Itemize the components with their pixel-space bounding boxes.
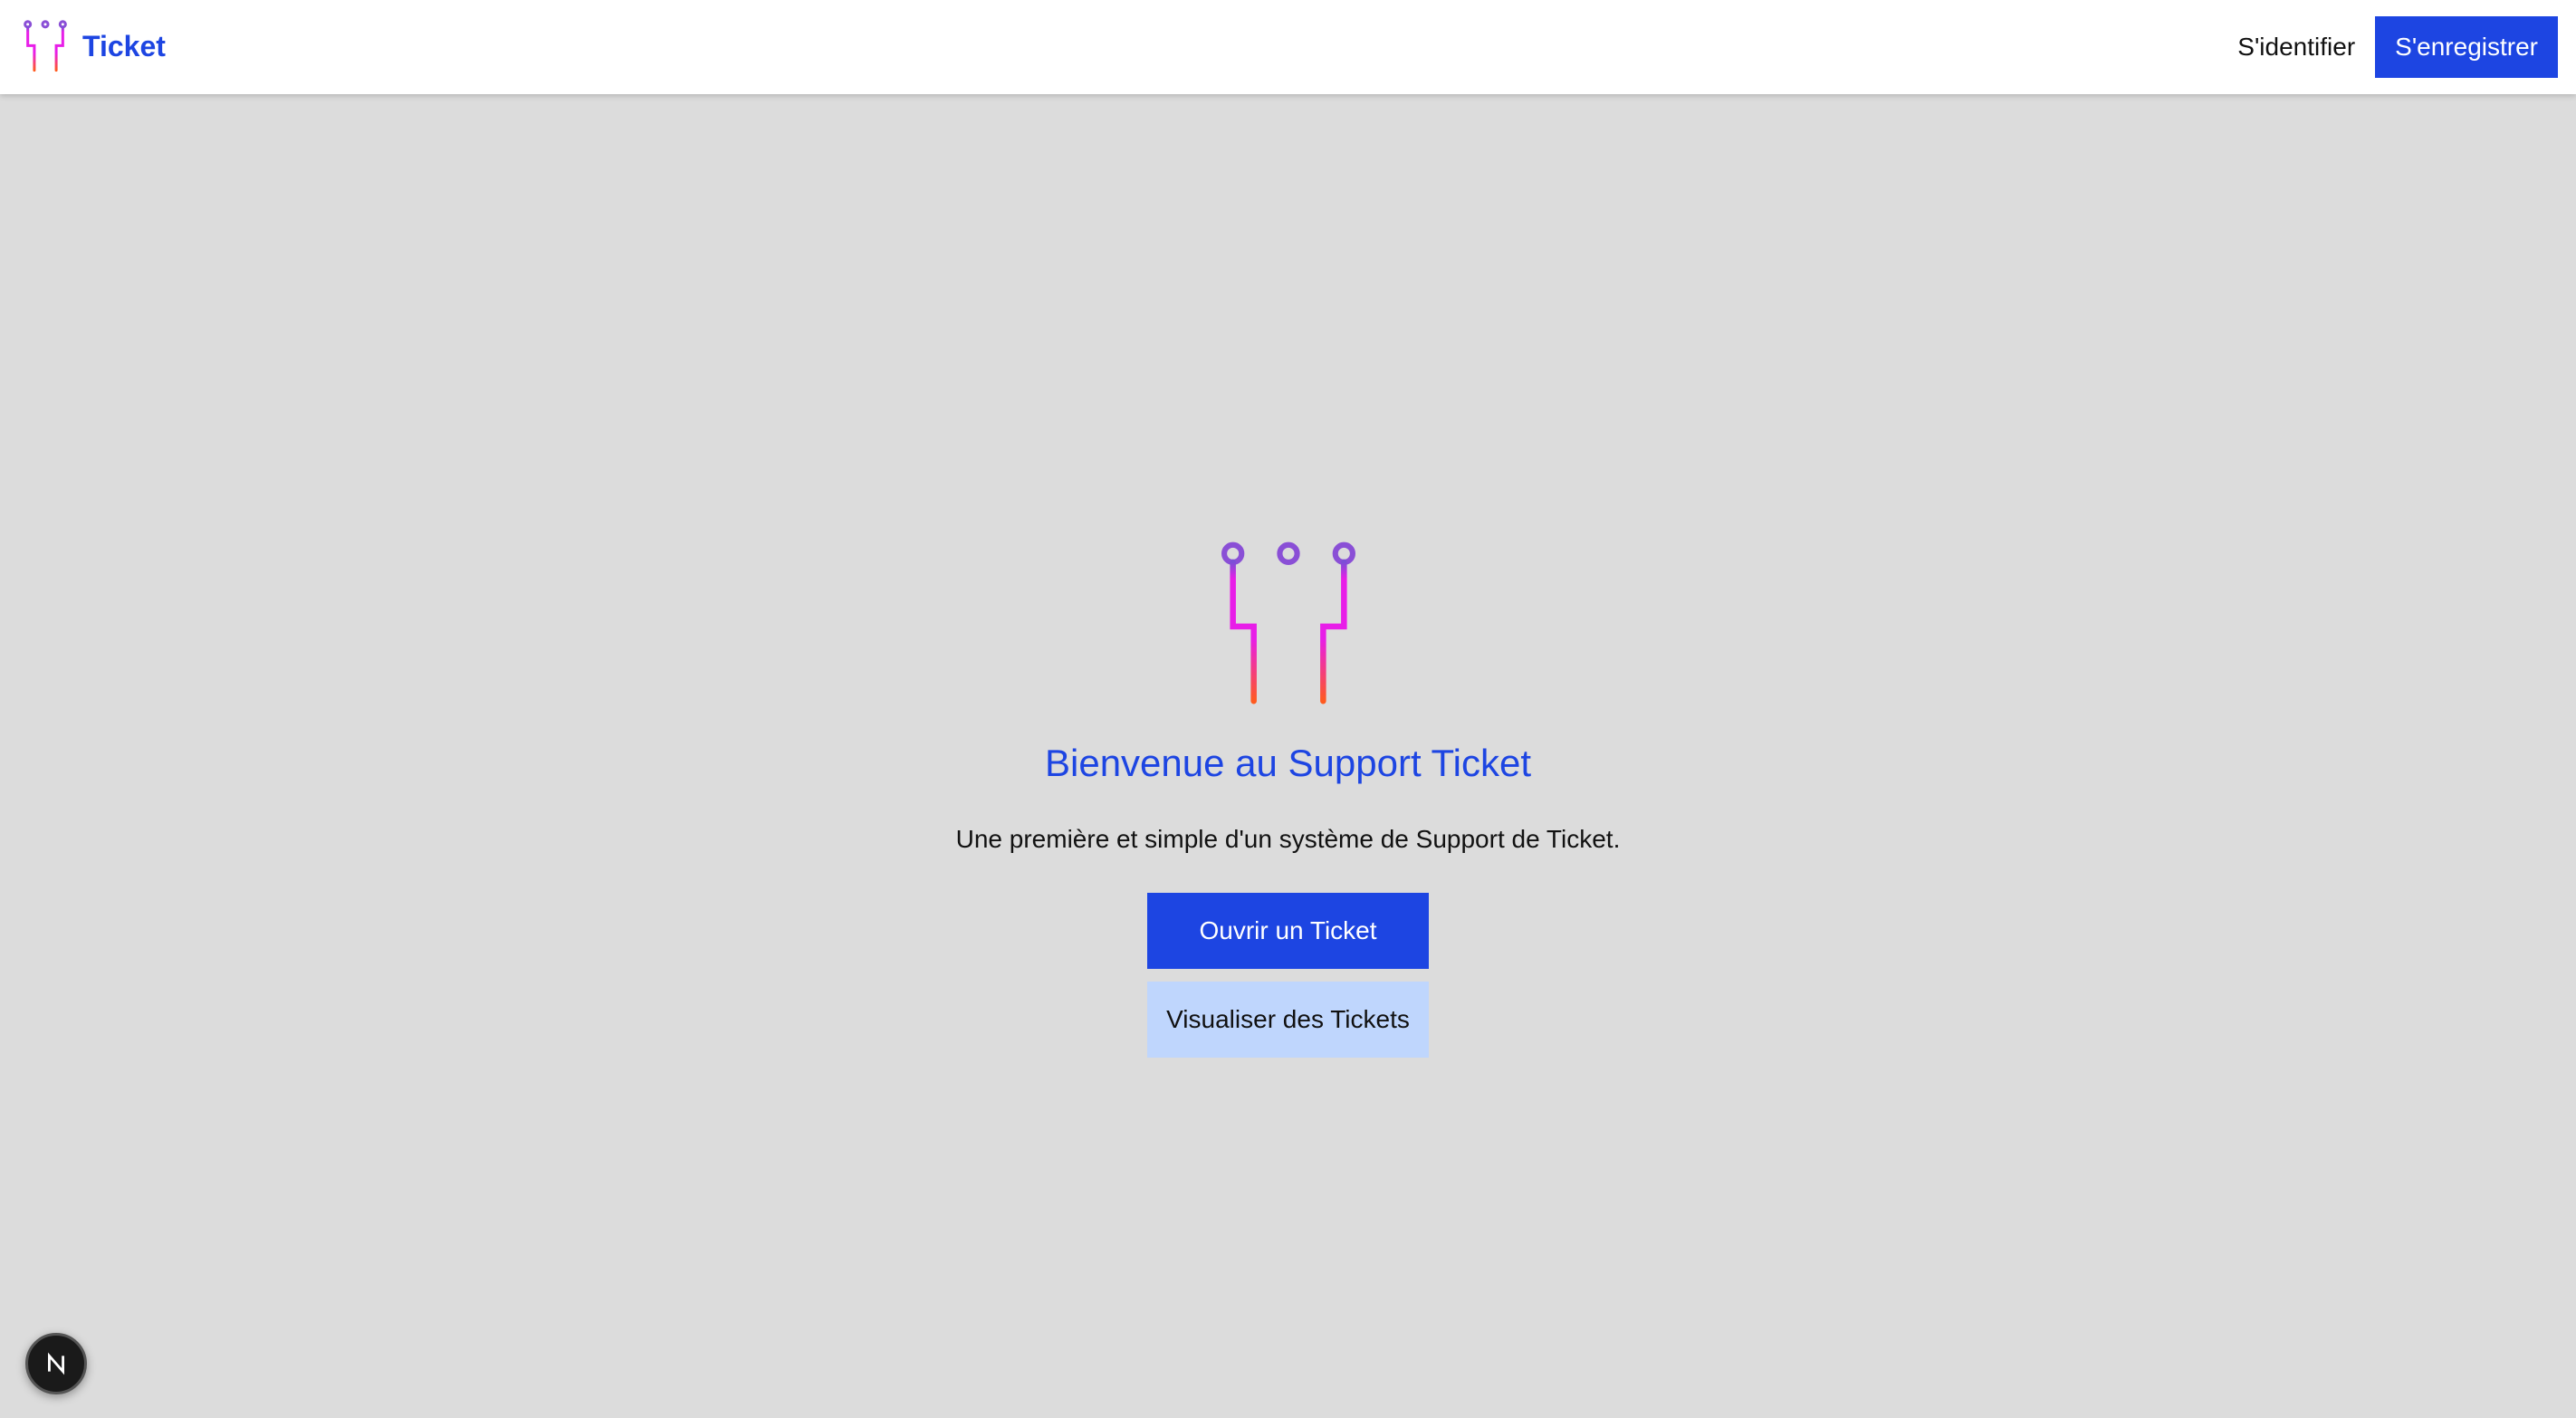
auth-nav: S'identifier S'enregistrer	[2237, 16, 2558, 78]
hero-actions: Ouvrir un Ticket Visualiser des Tickets	[1147, 892, 1429, 1058]
page-subtitle: Une première et simple d'un système de S…	[955, 825, 1621, 854]
nextjs-dev-indicator[interactable]	[25, 1333, 87, 1394]
brand-home-link[interactable]: Ticket	[23, 16, 166, 76]
hero-section: Bienvenue au Support Ticket Une première…	[0, 540, 2576, 1058]
brand-name: Ticket	[82, 29, 166, 62]
top-navbar: Ticket S'identifier S'enregistrer	[0, 0, 2576, 94]
login-link[interactable]: S'identifier	[2237, 33, 2355, 62]
view-tickets-button[interactable]: Visualiser des Tickets	[1147, 981, 1429, 1058]
circuit-logo-icon	[24, 20, 67, 72]
open-ticket-button[interactable]: Ouvrir un Ticket	[1147, 892, 1429, 969]
register-button[interactable]: S'enregistrer	[2375, 16, 2558, 78]
nextjs-icon	[48, 1352, 64, 1375]
page-title: Bienvenue au Support Ticket	[1044, 742, 1532, 784]
circuit-logo-icon	[1221, 541, 1355, 704]
